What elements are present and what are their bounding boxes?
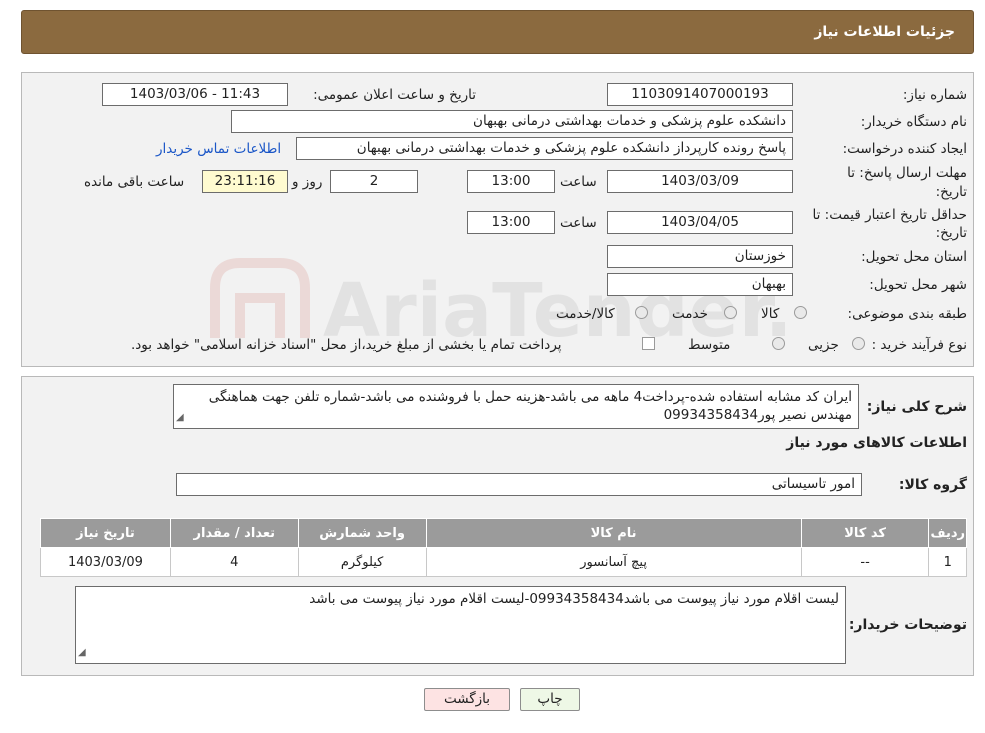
reply-deadline-days-label: روز و (292, 174, 323, 190)
buyer-contact-link[interactable]: اطلاعات تماس خریدار (156, 141, 281, 157)
col-header-item-name: نام کالا (425, 518, 802, 548)
need-number-field: 1103091407000193 (607, 83, 793, 106)
category-option-goods-service: کالا/خدمت (556, 306, 615, 322)
category-radio-goods[interactable] (794, 306, 807, 319)
cell-unit: کیلوگرم (297, 547, 427, 577)
buyer-notes-text: لیست اقلام مورد نیاز پیوست می باشد099343… (309, 591, 839, 607)
purchase-type-option-small: جزیی (808, 337, 839, 353)
price-validity-time-label: ساعت (560, 215, 597, 231)
purchase-type-radio-small[interactable] (852, 337, 865, 350)
goods-group-label: گروه کالا: (898, 477, 967, 493)
col-header-row-number: ردیف (928, 518, 967, 548)
page-title: جزئیات اطلاعات نیاز (814, 24, 955, 40)
reply-deadline-date-field: 1403/03/09 (607, 170, 793, 193)
category-option-goods: کالا (761, 306, 780, 322)
category-radio-service[interactable] (724, 306, 737, 319)
reply-deadline-label-date: تاریخ: (935, 184, 967, 200)
purchase-type-label: نوع فرآیند خرید : (871, 337, 967, 353)
announce-datetime-label: تاریخ و ساعت اعلان عمومی: (313, 87, 476, 103)
cell-item-code: -- (800, 547, 930, 577)
category-label: طبقه بندی موضوعی: (847, 306, 967, 322)
col-header-item-code: کد کالا (800, 518, 930, 548)
cell-need-date: 1403/03/09 (40, 547, 171, 577)
category-radio-goods-service[interactable] (635, 306, 648, 319)
reply-deadline-time-label: ساعت (560, 174, 597, 190)
col-header-unit: واحد شمارش (297, 518, 427, 548)
table-row: 1 -- پیچ آسانسور کیلوگرم 4 1403/03/09 (40, 547, 967, 577)
description-text: ایران کد مشابه استفاده شده-پرداخت4 ماهه … (208, 389, 852, 423)
city-field: بهبهان (607, 273, 793, 296)
purchase-type-radio-medium[interactable] (772, 337, 785, 350)
col-header-need-date: تاریخ نیاز (40, 518, 171, 548)
remaining-time-field: 23:11:16 (202, 170, 288, 193)
province-field: خوزستان (607, 245, 793, 268)
back-button[interactable]: بازگشت (424, 688, 510, 711)
items-table: ردیف کد کالا نام کالا واحد شمارش تعداد /… (40, 518, 967, 577)
price-validity-label-date: تاریخ: (935, 225, 967, 241)
goods-section-title: اطلاعات کالاهای مورد نیاز (786, 435, 967, 451)
goods-group-field: امور تاسیساتی (176, 473, 862, 496)
city-label: شهر محل تحویل: (869, 277, 967, 293)
buyer-org-label: نام دستگاه خریدار: (860, 114, 967, 130)
announce-datetime-field: 1403/03/06 - 11:43 (102, 83, 288, 106)
province-label: استان محل تحویل: (861, 249, 967, 265)
requester-field: پاسخ رونده کارپرداز دانشکده علوم پزشکی و… (296, 137, 793, 160)
price-validity-date-field: 1403/04/05 (607, 211, 793, 234)
buyer-notes-label: توضیحات خریدار: (848, 617, 967, 633)
print-button[interactable]: چاپ (520, 688, 580, 711)
need-number-label: شماره نیاز: (902, 87, 967, 103)
description-label: شرح کلی نیاز: (866, 399, 967, 415)
reply-deadline-days-field: 2 (330, 170, 418, 193)
treasury-bonds-checkbox[interactable] (642, 337, 655, 350)
col-header-quantity: تعداد / مقدار (169, 518, 299, 548)
cell-quantity: 4 (169, 547, 299, 577)
category-option-service: خدمت (672, 306, 708, 322)
resize-grip-icon[interactable]: ◢ (176, 409, 184, 427)
cell-row-number: 1 (928, 547, 967, 577)
buyer-notes-textarea[interactable]: لیست اقلام مورد نیاز پیوست می باشد099343… (75, 586, 846, 664)
resize-grip-icon[interactable]: ◢ (78, 644, 86, 662)
reply-deadline-time-field: 13:00 (467, 170, 555, 193)
page-header: جزئیات اطلاعات نیاز (21, 10, 974, 54)
price-validity-time-field: 13:00 (467, 211, 555, 234)
table-header-row: ردیف کد کالا نام کالا واحد شمارش تعداد /… (40, 518, 967, 548)
cell-item-name: پیچ آسانسور (425, 547, 802, 577)
requester-label: ایجاد کننده درخواست: (842, 141, 967, 157)
treasury-bonds-note: پرداخت تمام یا بخشی از مبلغ خرید،از محل … (131, 337, 562, 353)
description-textarea[interactable]: ایران کد مشابه استفاده شده-پرداخت4 ماهه … (173, 384, 859, 429)
price-validity-label: حداقل تاریخ اعتبار قیمت: تا (812, 207, 967, 223)
purchase-type-option-medium: متوسط (688, 337, 731, 353)
buyer-org-field: دانشکده علوم پزشکی و خدمات بهداشتی درمان… (231, 110, 793, 133)
remaining-time-label: ساعت باقی مانده (84, 174, 185, 190)
reply-deadline-label: مهلت ارسال پاسخ: تا (847, 165, 967, 181)
